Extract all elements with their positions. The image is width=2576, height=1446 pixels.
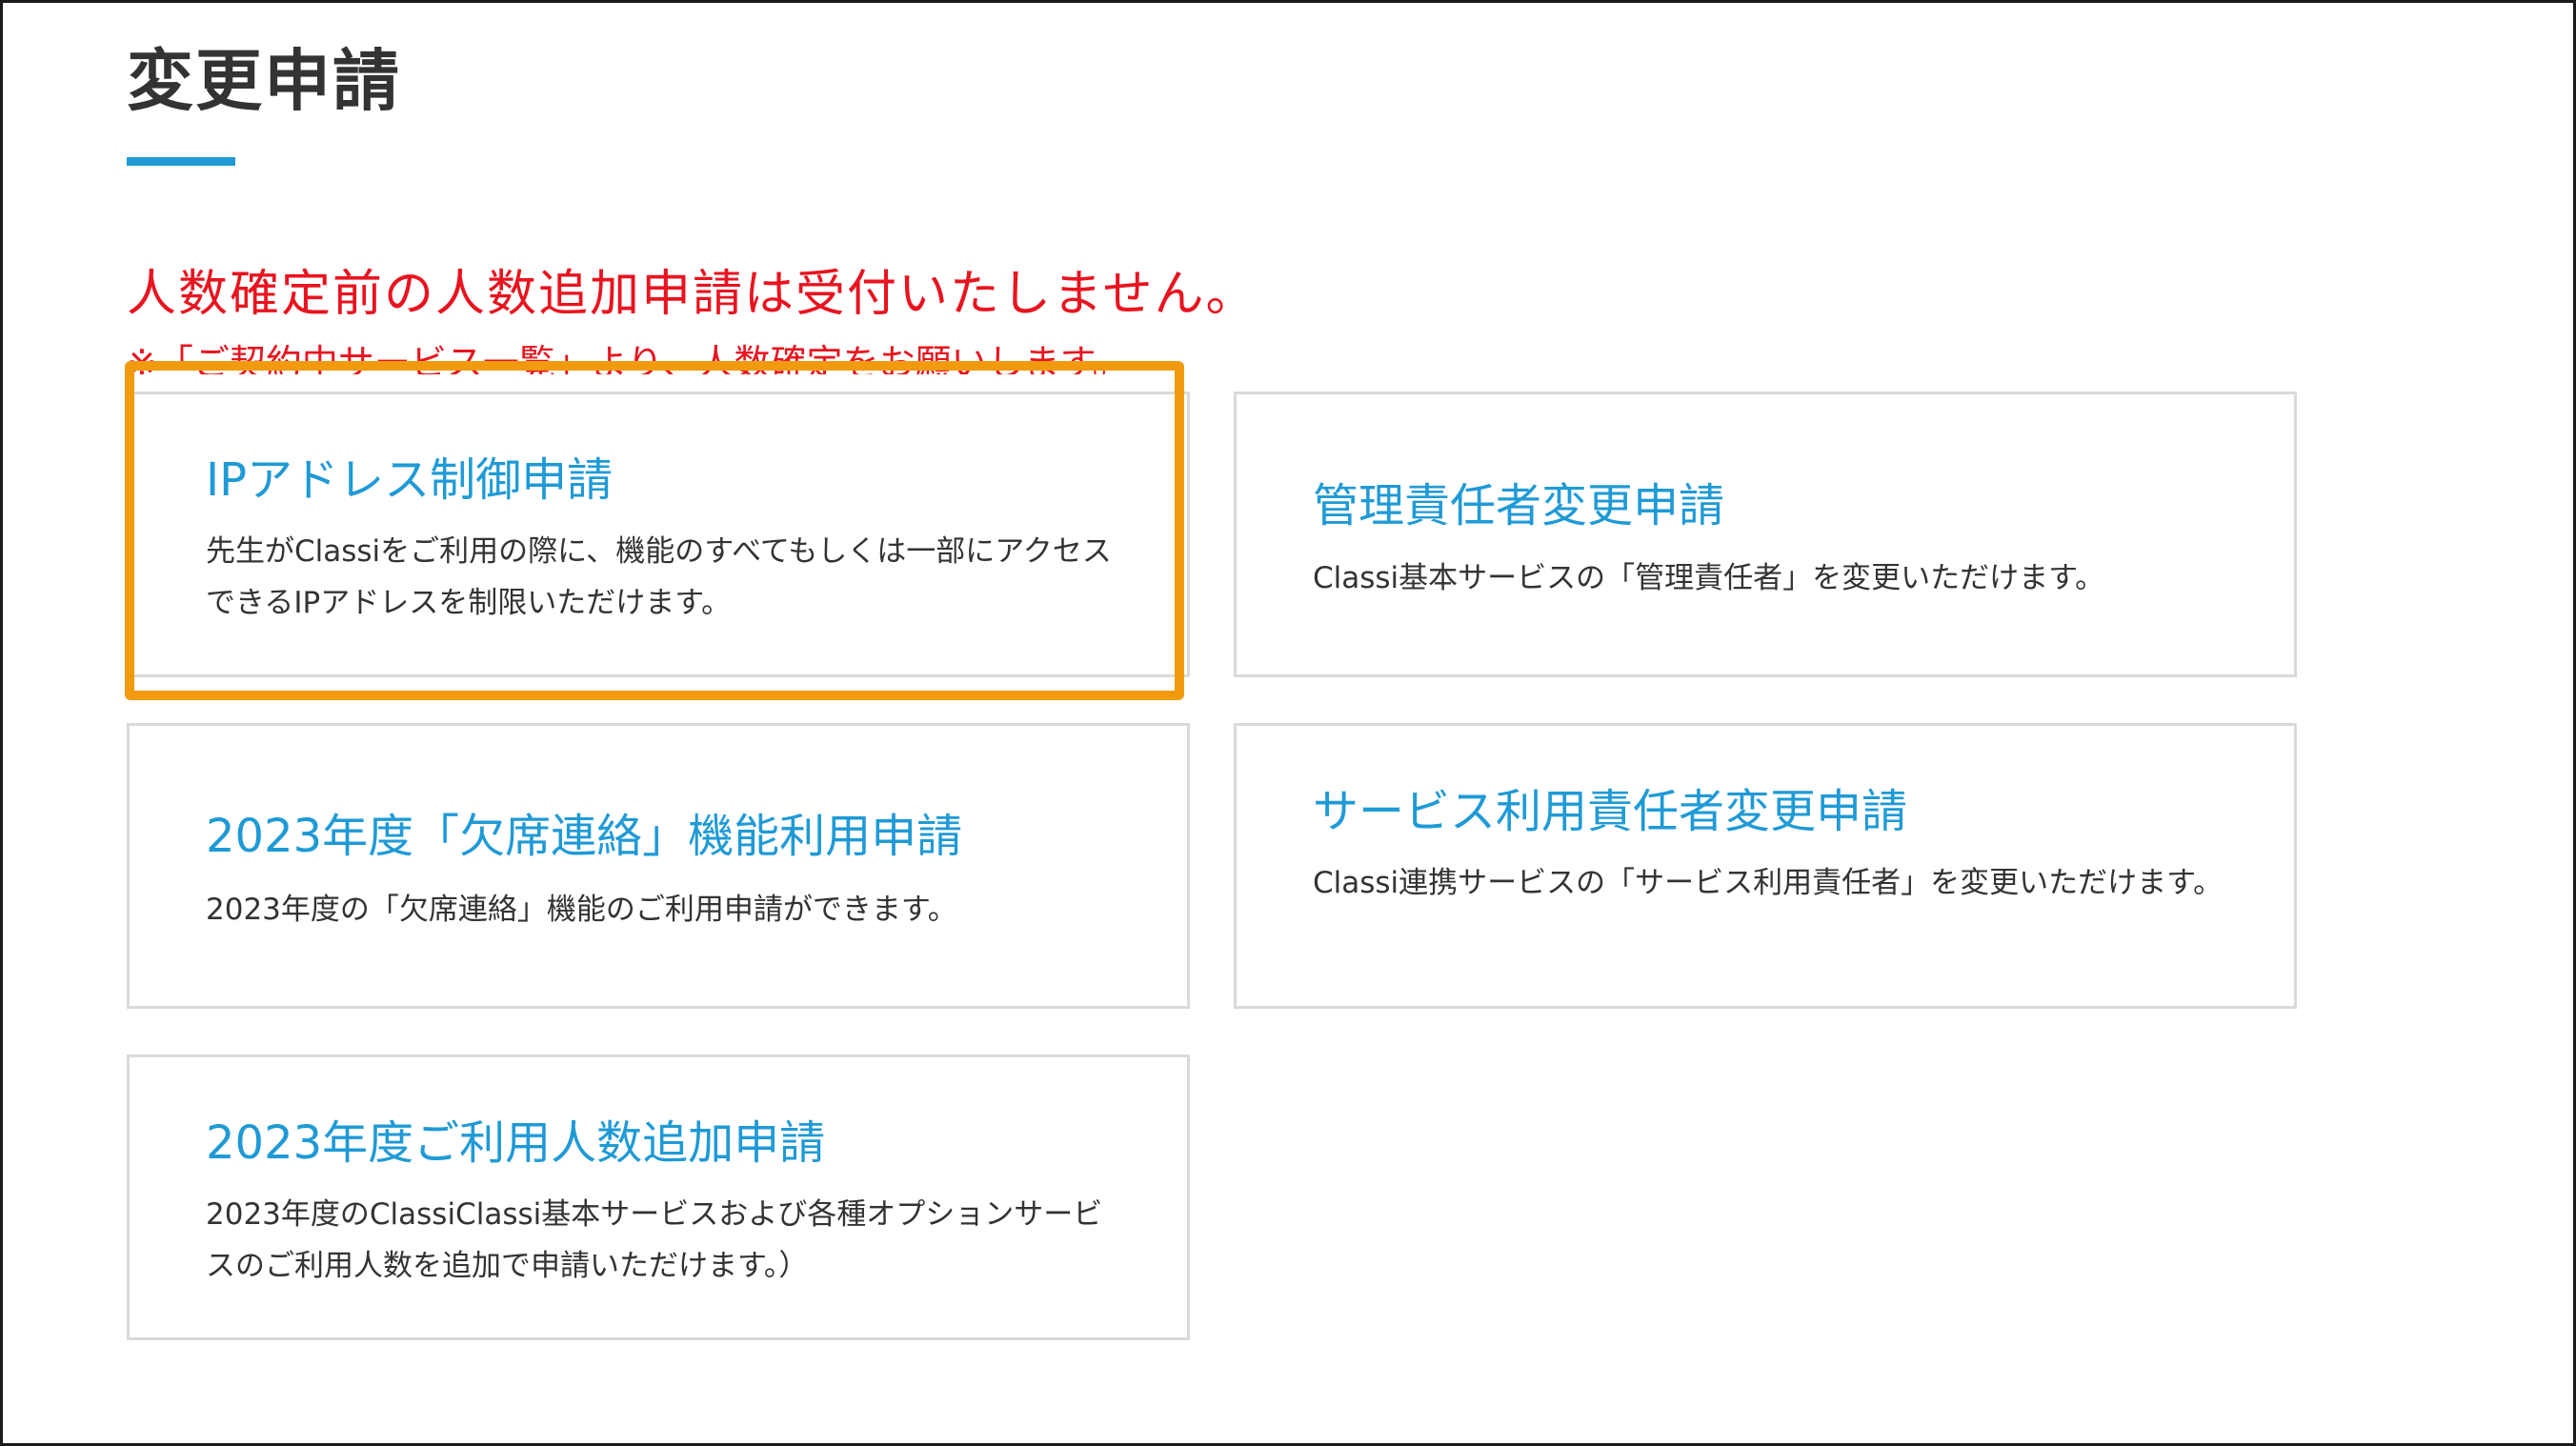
card-title-user-count-addition[interactable]: 2023年度ご利用人数追加申請 bbox=[206, 1113, 825, 1174]
card-desc-admin-change: Classi基本サービスの「管理責任者」を変更いただけます。 bbox=[1313, 561, 2105, 595]
card-desc-absence-contact: 2023年度の「欠席連絡」機能のご利用申請ができます。 bbox=[206, 893, 957, 927]
card-desc-user-count-addition: 2023年度のClassiClassi基本サービスおよび各種オプションサービスの… bbox=[206, 1197, 1103, 1283]
notice-main-text: 人数確定前の人数追加申請は受付いたしません。 bbox=[127, 266, 1258, 323]
card-title-service-manager-change[interactable]: サービス利用責任者変更申請 bbox=[1313, 781, 1907, 842]
card-service-manager-change[interactable]: サービス利用責任者変更申請 Classi連携サービスの「サービス利用責任者」を変… bbox=[1234, 723, 2297, 1009]
card-admin-change[interactable]: 管理責任者変更申請 Classi基本サービスの「管理責任者」を変更いただけます。 bbox=[1234, 392, 2297, 677]
title-underline bbox=[127, 157, 235, 166]
card-absence-contact[interactable]: 2023年度「欠席連絡」機能利用申請 2023年度の「欠席連絡」機能のご利用申請… bbox=[127, 723, 1190, 1009]
card-title-absence-contact[interactable]: 2023年度「欠席連絡」機能利用申請 bbox=[206, 806, 962, 867]
card-title-admin-change[interactable]: 管理責任者変更申請 bbox=[1313, 475, 1724, 536]
card-user-count-addition[interactable]: 2023年度ご利用人数追加申請 2023年度のClassiClassi基本サービ… bbox=[127, 1054, 1190, 1340]
highlight-box bbox=[125, 361, 1184, 700]
card-desc-service-manager-change: Classi連携サービスの「サービス利用責任者」を変更いただけます。 bbox=[1313, 866, 2224, 900]
page-frame: 変更申請 人数確定前の人数追加申請は受付いたしません。 ※「ご契約中サービス一覧… bbox=[0, 0, 2576, 1446]
page-title: 変更申請 bbox=[127, 42, 401, 120]
